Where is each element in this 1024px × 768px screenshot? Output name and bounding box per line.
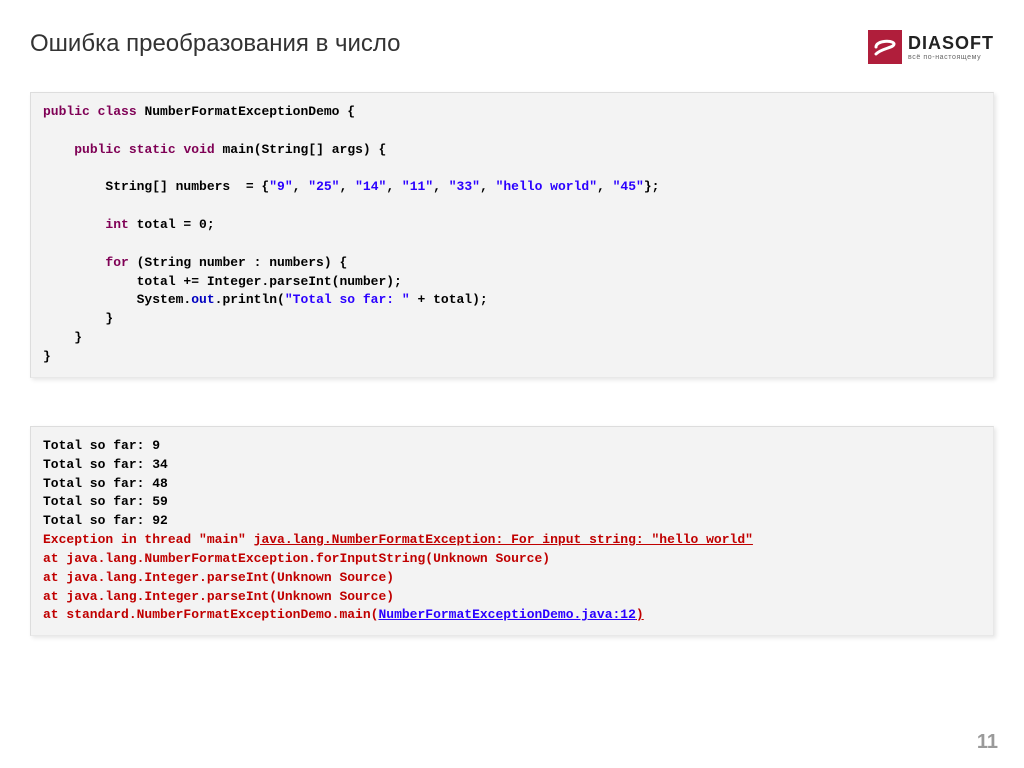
println-mid: .println( [215,292,285,307]
kw-for: for [105,255,128,270]
logo-brand: DIASOFT [908,34,994,52]
page-title: Ошибка преобразования в число [30,30,401,58]
slide: Ошибка преобразования в число DIASOFT вс… [0,0,1024,768]
st2: at java.lang.Integer.parseInt(Unknown So… [43,570,394,585]
arr-s1: "9" [269,179,292,194]
arr-suffix: }; [644,179,660,194]
arr-prefix: String[] numbers = { [43,179,269,194]
accum-line: total += Integer.parseInt(number); [43,274,402,289]
println-str: "Total so far: " [285,292,410,307]
exc-rest: : For input string: "hello world" [495,532,752,547]
st1: at java.lang.NumberFormatException.forIn… [43,551,550,566]
c6: , [597,179,613,194]
st3: at java.lang.Integer.parseInt(Unknown So… [43,589,394,604]
code-block: public class NumberFormatExceptionDemo {… [30,92,994,378]
header: Ошибка преобразования в число DIASOFT вс… [30,30,994,64]
kw-int: int [105,217,128,232]
out-l3: Total so far: 48 [43,476,168,491]
for-rest: (String number : numbers) { [129,255,347,270]
logo-text: DIASOFT всё по-настоящему [908,34,994,61]
exc-prefix: Exception in thread "main" [43,532,254,547]
println-suffix: + total); [410,292,488,307]
c4: , [433,179,449,194]
page-number: 11 [977,731,998,754]
class-name: NumberFormatExceptionDemo { [144,104,355,119]
st4-prefix: at standard.NumberFormatExceptionDemo.ma… [43,607,378,622]
close-main: } [43,330,82,345]
arr-s6: "hello world" [496,179,597,194]
kw-public: public [43,104,90,119]
out-l5: Total so far: 92 [43,513,168,528]
logo-icon [868,30,902,64]
main-sig: main(String[] args) { [223,142,387,157]
close-for: } [43,311,113,326]
arr-s5: "33" [449,179,480,194]
kw-class: class [98,104,137,119]
c3: , [386,179,402,194]
output-block: Total so far: 9 Total so far: 34 Total s… [30,426,994,636]
arr-s3: "14" [355,179,386,194]
kw-static: static [129,142,176,157]
println-prefix: System. [43,292,191,307]
close-class: } [43,349,51,364]
out-l1: Total so far: 9 [43,438,160,453]
c2: , [339,179,355,194]
st4-close: ) [636,607,644,622]
println-out: out [191,292,214,307]
out-l4: Total so far: 59 [43,494,168,509]
kw-void: void [183,142,214,157]
arr-s7: "45" [613,179,644,194]
total-rest: total = 0; [129,217,215,232]
c5: , [480,179,496,194]
out-l2: Total so far: 34 [43,457,168,472]
arr-s2: "25" [308,179,339,194]
logo-tagline: всё по-настоящему [908,54,994,61]
kw-public2: public [74,142,121,157]
st4-link: NumberFormatExceptionDemo.java:12 [378,607,635,622]
arr-s4: "11" [402,179,433,194]
exc-link: java.lang.NumberFormatException [254,532,496,547]
logo: DIASOFT всё по-настоящему [868,30,994,64]
c1: , [293,179,309,194]
